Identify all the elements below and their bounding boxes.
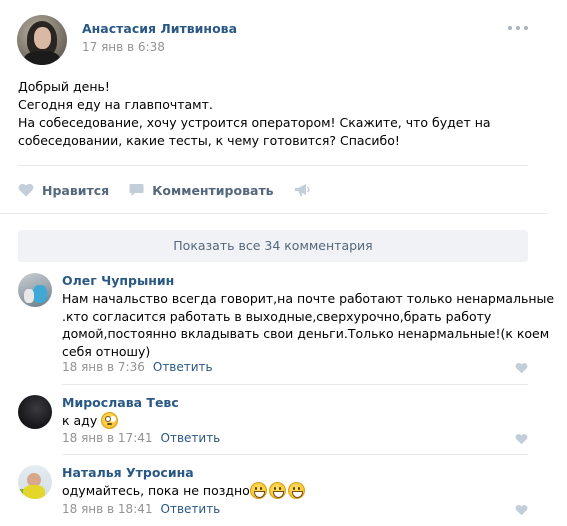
comment-text-line: .кто согласится работать в выходные,свер… (62, 308, 492, 324)
comment-text-line: к аду (62, 413, 98, 428)
comment-text: к аду (62, 412, 532, 430)
comment-text: Нам начальство всегда говорит,на почте р… (62, 290, 555, 360)
post-author-name[interactable]: Анастасия Литвинова (82, 21, 237, 36)
post-date[interactable]: 17 янв в 6:38 (82, 40, 165, 54)
comment-text-line: одумайтесь, пока не поздно (62, 483, 250, 498)
comment-meta: 18 янв в 17:41 Ответить (62, 431, 220, 445)
section-divider (0, 213, 548, 214)
comment-text-line: себя отношу) (62, 343, 151, 359)
comment-label: Комментировать (152, 182, 274, 198)
megaphone-icon (294, 184, 310, 196)
avatar-body-shape (24, 51, 60, 65)
post-text: Добрый день! Сегодня еду на главпочтамт.… (18, 78, 538, 150)
avatar-face-shape (34, 27, 51, 49)
heart-icon[interactable] (515, 504, 528, 516)
post-actions: Нравится Комментировать (18, 180, 339, 200)
grinning-emoji-icon (249, 482, 267, 499)
comment-text-line: домой,постоянно вкладывать свои деньги.Т… (62, 326, 550, 341)
heart-icon[interactable] (515, 433, 528, 445)
reply-button[interactable]: Ответить (161, 431, 221, 445)
comment-author-avatar[interactable] (18, 395, 52, 429)
more-icon[interactable] (508, 24, 528, 32)
post-text-line: На собеседование, хочу устроится операто… (18, 115, 491, 130)
avatar-figure-shape (24, 289, 34, 303)
comment-author-name[interactable]: Наталья Утросина (62, 465, 194, 480)
reply-button[interactable]: Ответить (153, 360, 213, 374)
avatar-figure-shape (23, 485, 45, 499)
post-text-line: Добрый день! (18, 79, 110, 94)
avatar-figure-shape (33, 285, 47, 303)
comment-button[interactable]: Комментировать (129, 182, 274, 198)
like-button[interactable]: Нравится (18, 183, 109, 198)
comment-author-name[interactable]: Мирослава Тевс (62, 395, 179, 410)
share-button[interactable] (294, 183, 319, 197)
like-label: Нравится (42, 182, 110, 198)
comment-icon (129, 184, 144, 196)
comment-author-avatar[interactable] (18, 273, 52, 307)
grinning-emoji-icon (268, 482, 286, 499)
comment-divider (62, 384, 528, 385)
heart-icon (18, 183, 34, 197)
show-all-comments-button[interactable]: Показать все 34 комментария (18, 230, 528, 262)
comment-meta: 18 янв в 18:41 Ответить (62, 502, 220, 516)
comment-date[interactable]: 18 янв в 18:41 (62, 502, 153, 516)
heart-icon[interactable] (515, 362, 528, 374)
eye-roll-emoji-icon (101, 412, 119, 429)
comment-author-name[interactable]: Олег Чупрынин (62, 273, 174, 288)
comment-date[interactable]: 18 янв в 7:36 (62, 360, 145, 374)
comment-author-avatar[interactable] (18, 465, 52, 499)
comment-text: одумайтесь, пока не поздно (62, 482, 532, 500)
post-author-avatar[interactable] (17, 15, 67, 65)
post-text-line: Сегодня еду на главпочтамт. (18, 97, 213, 112)
comment-text-line: Нам начальство всегда говорит,на почте р… (62, 291, 555, 306)
grinning-emoji-icon (287, 482, 305, 499)
post-text-line: собеседовании, какие тесты, к чему готов… (18, 133, 400, 148)
comment-date[interactable]: 18 янв в 17:41 (62, 431, 153, 445)
reply-button[interactable]: Ответить (161, 502, 221, 516)
comment-meta: 18 янв в 7:36 Ответить (62, 360, 213, 374)
comment-divider (62, 454, 528, 455)
post-divider (18, 165, 528, 166)
